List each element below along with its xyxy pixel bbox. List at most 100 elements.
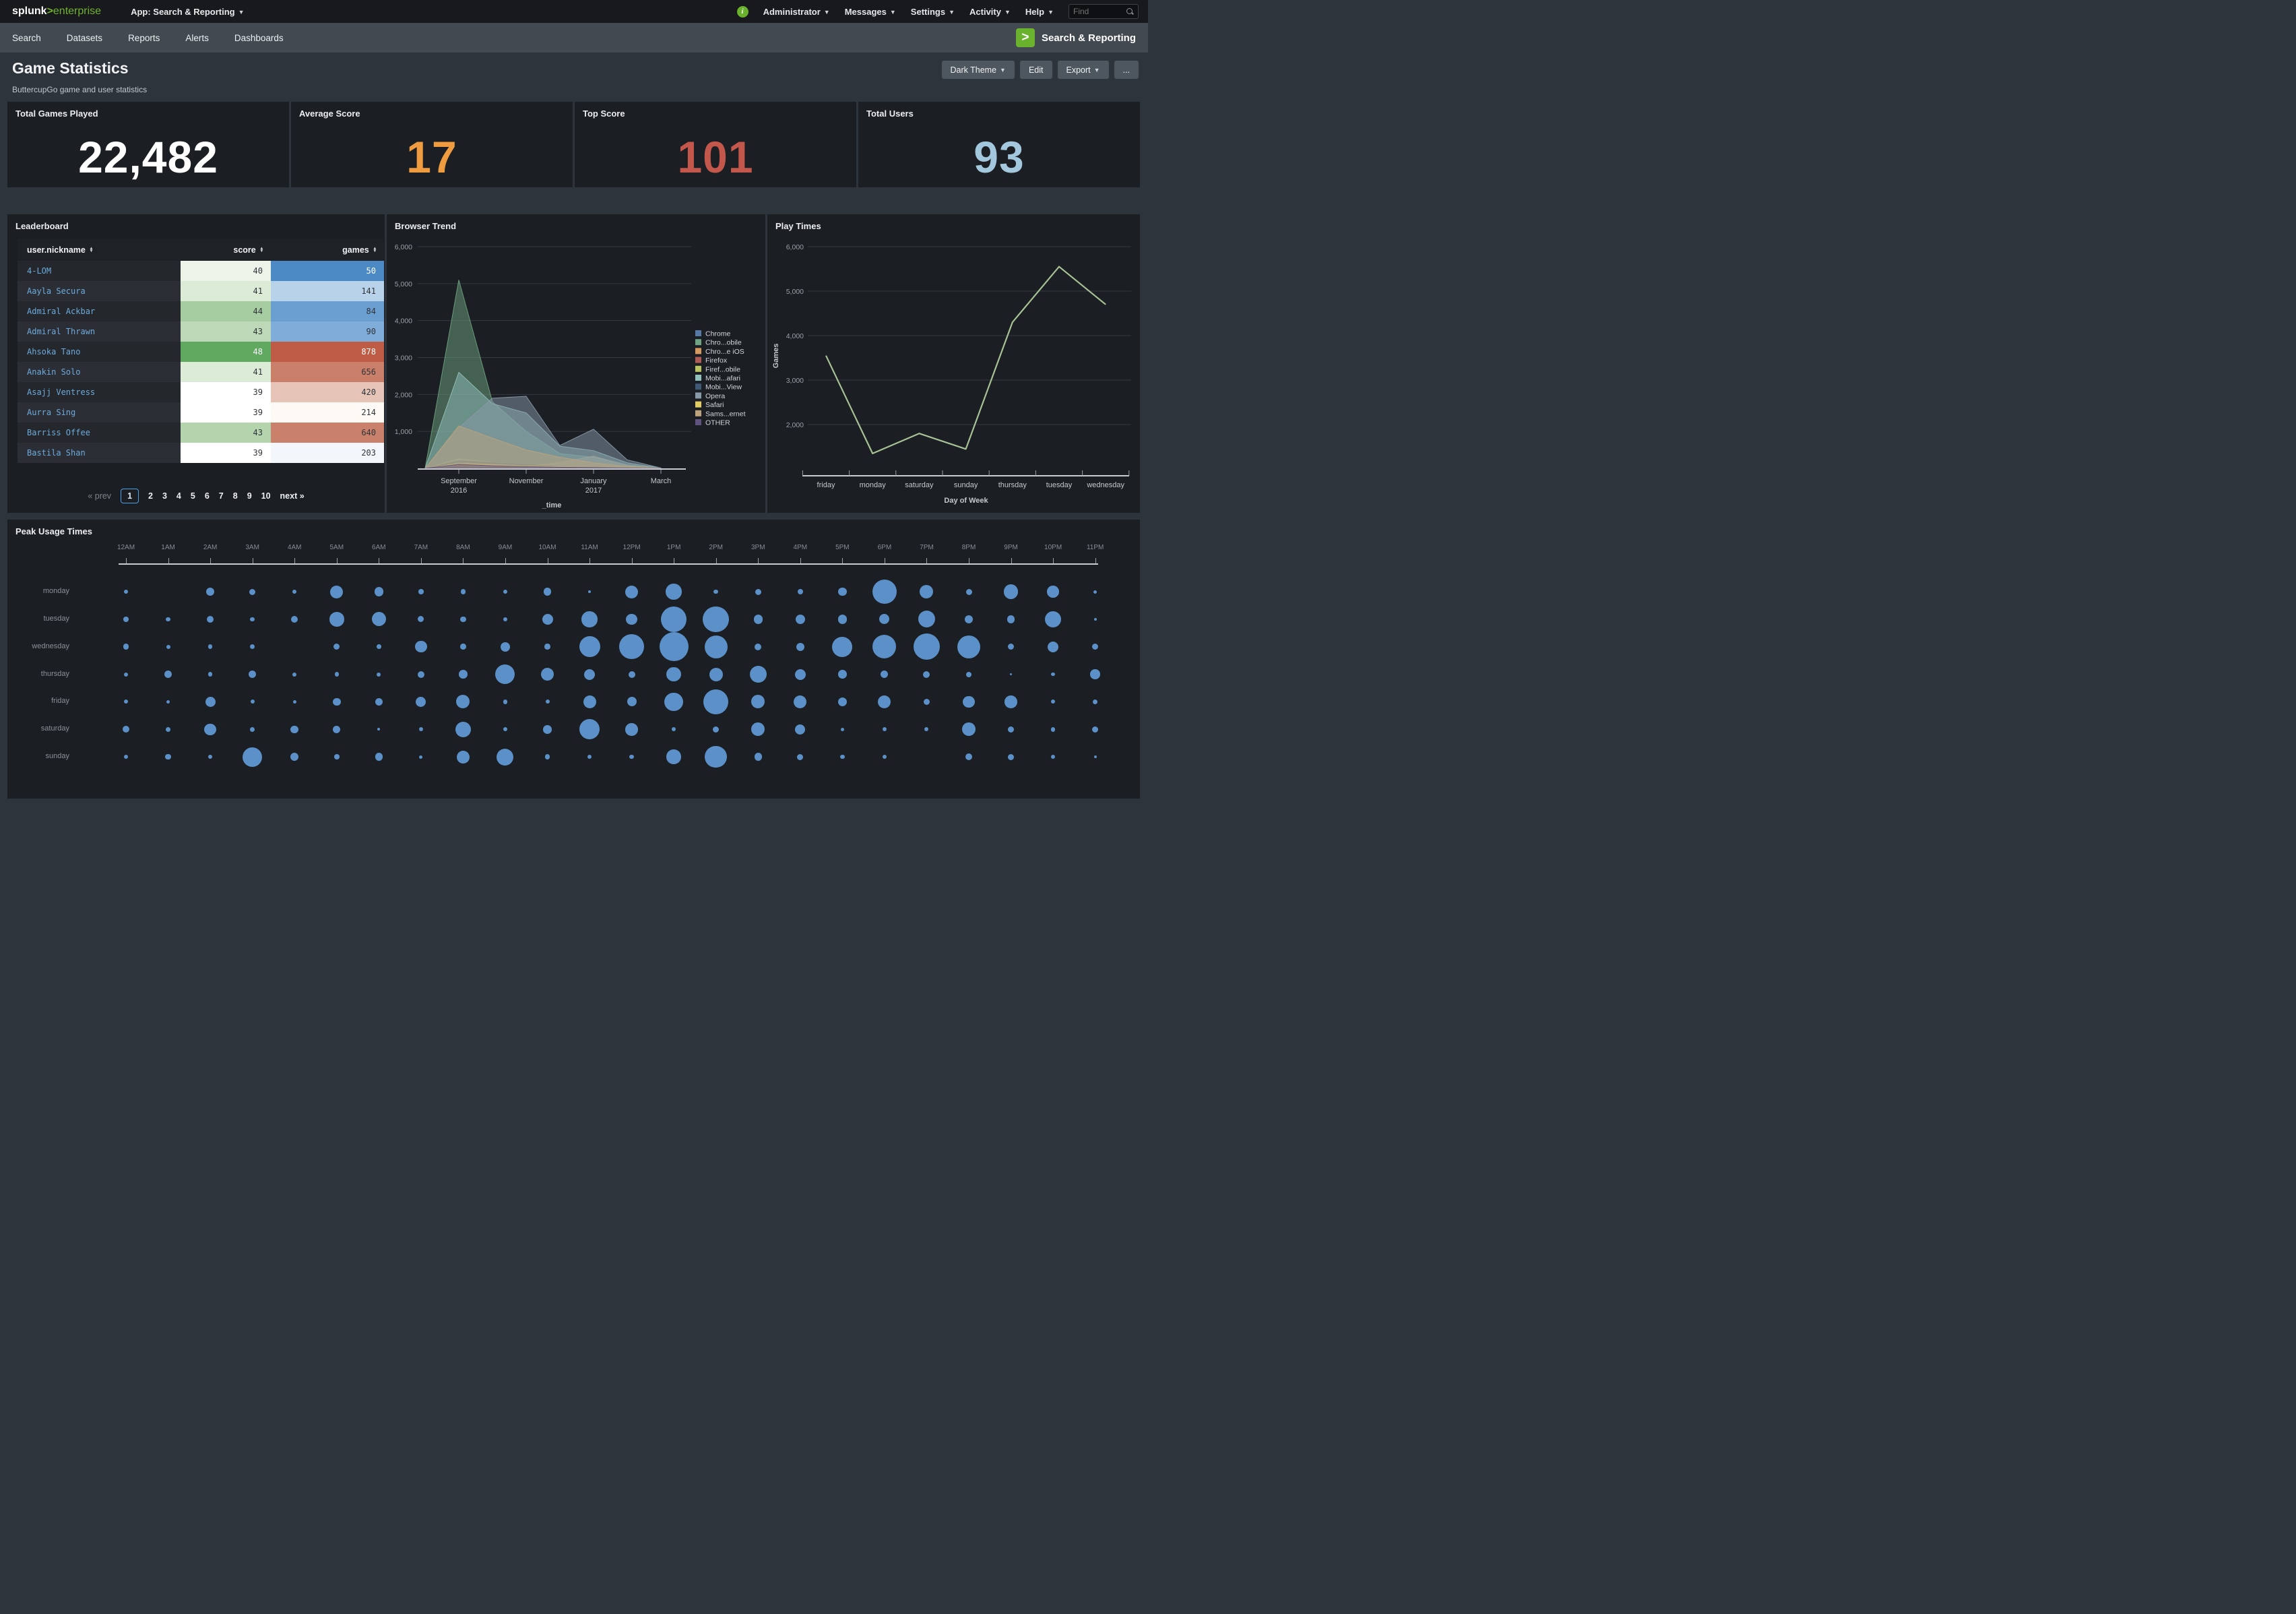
nickname-link[interactable]: Bastila Shan [27, 448, 86, 458]
pager-page-3[interactable]: 3 [162, 491, 167, 501]
usage-bubble[interactable] [796, 615, 805, 624]
edit-button[interactable]: Edit [1020, 61, 1052, 79]
usage-bubble[interactable] [497, 749, 513, 766]
usage-bubble[interactable] [290, 753, 299, 762]
usage-bubble[interactable] [840, 755, 845, 759]
usage-bubble[interactable] [666, 667, 681, 682]
usage-bubble[interactable] [1008, 644, 1014, 650]
usage-bubble[interactable] [541, 668, 554, 681]
find-input[interactable] [1073, 7, 1126, 16]
more-button[interactable]: ... [1114, 61, 1139, 79]
usage-bubble[interactable] [755, 589, 761, 595]
usage-bubble[interactable] [587, 755, 592, 759]
usage-bubble[interactable] [1048, 642, 1058, 652]
usage-bubble[interactable] [1094, 755, 1097, 758]
usage-bubble[interactable] [755, 644, 761, 650]
usage-bubble[interactable] [124, 673, 128, 677]
usage-bubble[interactable] [1092, 726, 1098, 733]
usage-bubble[interactable] [329, 612, 344, 627]
sort-icon[interactable]: ▴▾ [374, 247, 376, 253]
nickname-link[interactable]: Admiral Thrawn [27, 327, 95, 336]
pager-next[interactable]: next » [280, 491, 305, 501]
usage-bubble[interactable] [377, 673, 381, 677]
usage-bubble[interactable] [335, 672, 340, 677]
usage-bubble[interactable] [705, 635, 728, 658]
usage-bubble[interactable] [166, 727, 171, 733]
usage-bubble[interactable] [1092, 644, 1098, 650]
usage-bubble[interactable] [1051, 727, 1056, 732]
usage-bubble[interactable] [750, 666, 767, 683]
nickname-link[interactable]: Anakin Solo [27, 367, 80, 377]
usage-bubble[interactable] [881, 671, 888, 678]
usage-bubble[interactable] [798, 589, 804, 595]
usage-bubble[interactable] [920, 585, 933, 598]
usage-bubble[interactable] [250, 617, 255, 622]
nickname-link[interactable]: Aayla Secura [27, 286, 86, 296]
usage-bubble[interactable] [124, 590, 128, 594]
nickname-link[interactable]: Ahsoka Tano [27, 347, 80, 356]
usage-bubble[interactable] [208, 672, 213, 677]
topnav-menu-messages[interactable]: Messages▼ [845, 7, 896, 17]
usage-bubble[interactable] [672, 727, 676, 731]
usage-bubble[interactable] [838, 670, 847, 679]
usage-bubble[interactable] [1093, 700, 1098, 705]
usage-bubble[interactable] [330, 586, 343, 598]
nav-item-alerts[interactable]: Alerts [185, 33, 209, 43]
usage-bubble[interactable] [208, 755, 213, 759]
usage-bubble[interactable] [293, 700, 296, 704]
usage-bubble[interactable] [1010, 673, 1013, 676]
usage-bubble[interactable] [796, 643, 804, 651]
usage-bubble[interactable] [123, 644, 129, 650]
usage-bubble[interactable] [794, 695, 806, 708]
usage-bubble[interactable] [418, 589, 424, 594]
nickname-link[interactable]: Barriss Offee [27, 428, 90, 437]
pager-prev[interactable]: « prev [88, 491, 111, 501]
usage-bubble[interactable] [666, 584, 682, 600]
usage-bubble[interactable] [377, 644, 381, 649]
usage-bubble[interactable] [460, 617, 466, 623]
usage-bubble[interactable] [625, 723, 638, 736]
usage-bubble[interactable] [703, 607, 729, 633]
usage-bubble[interactable] [660, 632, 689, 661]
usage-bubble[interactable] [755, 753, 763, 761]
nav-item-datasets[interactable]: Datasets [67, 33, 102, 43]
usage-bubble[interactable] [542, 614, 553, 625]
usage-bubble[interactable] [461, 589, 466, 594]
usage-bubble[interactable] [703, 689, 729, 715]
usage-bubble[interactable] [795, 669, 806, 680]
play-times-chart[interactable]: 2,0003,0004,0005,0006,000fridaymondaysat… [767, 214, 1140, 513]
usage-bubble[interactable] [1007, 615, 1015, 623]
usage-bubble[interactable] [164, 671, 172, 678]
topnav-menu-settings[interactable]: Settings▼ [911, 7, 955, 17]
usage-bubble[interactable] [957, 635, 980, 658]
usage-bubble[interactable] [838, 615, 848, 624]
usage-bubble[interactable] [290, 726, 298, 734]
usage-bubble[interactable] [588, 590, 591, 593]
usage-bubble[interactable] [124, 755, 128, 759]
usage-bubble[interactable] [832, 637, 852, 657]
usage-bubble[interactable] [1093, 590, 1097, 594]
usage-bubble[interactable] [1008, 754, 1014, 760]
usage-bubble[interactable] [923, 671, 930, 678]
usage-bubble[interactable] [416, 697, 426, 707]
usage-bubble[interactable] [914, 633, 940, 660]
usage-bubble[interactable] [666, 749, 681, 764]
usage-bubble[interactable] [962, 722, 976, 736]
usage-bubble[interactable] [883, 727, 887, 731]
column-header-games[interactable]: games▴▾ [271, 239, 384, 261]
usage-bubble[interactable] [795, 724, 805, 735]
theme-button[interactable]: Dark Theme▼ [942, 61, 1015, 79]
usage-bubble[interactable] [460, 644, 466, 650]
usage-bubble[interactable] [419, 727, 423, 731]
usage-bubble[interactable] [375, 753, 383, 761]
usage-bubble[interactable] [333, 726, 340, 733]
nav-item-dashboards[interactable]: Dashboards [234, 33, 284, 43]
usage-bubble[interactable] [503, 700, 508, 704]
topnav-menu-administrator[interactable]: Administrator▼ [763, 7, 830, 17]
usage-bubble[interactable] [333, 644, 340, 650]
usage-bubble[interactable] [1047, 586, 1059, 598]
usage-bubble[interactable] [627, 697, 637, 706]
usage-bubble[interactable] [629, 755, 634, 759]
column-header-score[interactable]: score▴▾ [181, 239, 271, 261]
usage-bubble[interactable] [166, 700, 170, 704]
